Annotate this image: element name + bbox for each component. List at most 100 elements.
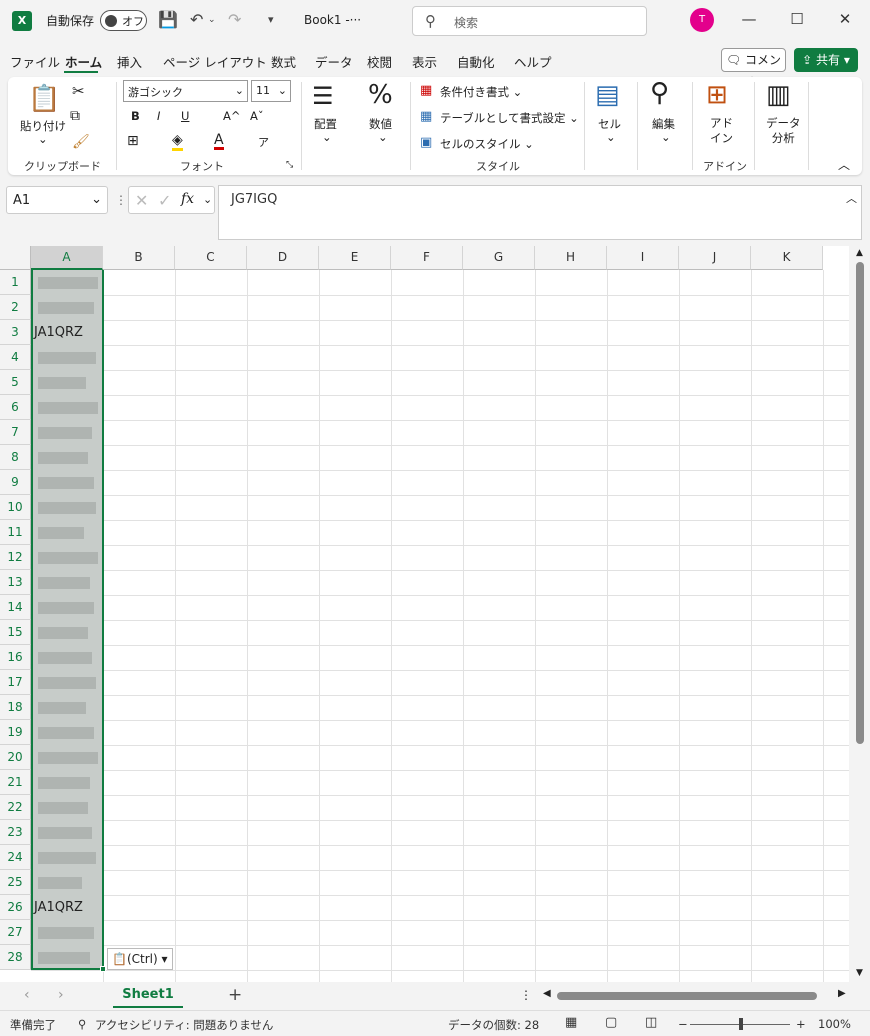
grow-font-button[interactable]: A^ bbox=[223, 109, 241, 123]
scroll-up-icon[interactable]: ▲ bbox=[856, 248, 863, 258]
row-header-13[interactable]: 13 bbox=[0, 570, 31, 595]
tab-review[interactable]: 校閲 bbox=[367, 52, 392, 71]
row-header-15[interactable]: 15 bbox=[0, 620, 31, 645]
fill-handle[interactable] bbox=[100, 966, 106, 972]
column-header-j[interactable]: J bbox=[679, 246, 751, 270]
borders-icon[interactable]: ⊞ bbox=[127, 133, 139, 149]
font-name-select[interactable]: 游ゴシック ⌄ bbox=[123, 80, 248, 102]
row-header-16[interactable]: 16 bbox=[0, 645, 31, 670]
insert-function-button[interactable]: fx bbox=[181, 191, 194, 207]
share-button[interactable]: ⇪ 共有 ▾ bbox=[794, 48, 858, 72]
row-header-24[interactable]: 24 bbox=[0, 845, 31, 870]
cells-dropdown-icon[interactable]: ⌄ bbox=[606, 130, 616, 144]
undo-icon[interactable]: ↶ bbox=[190, 10, 203, 29]
column-header-c[interactable]: C bbox=[175, 246, 247, 270]
column-header-g[interactable]: G bbox=[463, 246, 535, 270]
tab-view[interactable]: 表示 bbox=[412, 52, 437, 71]
conditional-format-button[interactable]: 条件付き書式 ⌄ bbox=[440, 84, 522, 100]
row-header-1[interactable]: 1 bbox=[0, 270, 31, 295]
fx-dropdown-icon[interactable]: ⌄ bbox=[203, 193, 212, 206]
tab-automate[interactable]: 自動化 bbox=[457, 52, 495, 71]
scroll-right-icon[interactable]: ▶ bbox=[838, 988, 846, 999]
row-header-2[interactable]: 2 bbox=[0, 295, 31, 320]
underline-button[interactable]: U bbox=[181, 109, 189, 123]
format-painter-icon[interactable]: 🖌 bbox=[72, 134, 90, 150]
row-header-11[interactable]: 11 bbox=[0, 520, 31, 545]
tab-data[interactable]: データ bbox=[315, 52, 353, 71]
cell-a3[interactable]: JA1QRZ bbox=[34, 325, 83, 340]
vertical-scroll-thumb[interactable] bbox=[856, 262, 864, 744]
row-header-25[interactable]: 25 bbox=[0, 870, 31, 895]
paste-icon[interactable]: 📋 bbox=[28, 84, 60, 114]
normal-view-icon[interactable]: ▦ bbox=[565, 1015, 577, 1030]
tab-help[interactable]: ヘルプ bbox=[514, 52, 552, 71]
column-header-e[interactable]: E bbox=[319, 246, 391, 270]
save-icon[interactable]: 💾 bbox=[158, 10, 178, 29]
accessibility-status[interactable]: アクセシビリティ: 問題ありません bbox=[95, 1017, 273, 1033]
tab-file[interactable]: ファイル bbox=[10, 52, 60, 71]
row-header-22[interactable]: 22 bbox=[0, 795, 31, 820]
font-color-button[interactable]: A bbox=[214, 133, 224, 150]
row-header-14[interactable]: 14 bbox=[0, 595, 31, 620]
column-header-b[interactable]: B bbox=[103, 246, 175, 270]
sheet-options-icon[interactable]: ⋮ bbox=[520, 988, 532, 1002]
tab-formulas[interactable]: 数式 bbox=[271, 52, 296, 71]
scroll-left-icon[interactable]: ◀ bbox=[543, 988, 551, 999]
row-header-3[interactable]: 3 bbox=[0, 320, 31, 345]
paste-options-button[interactable]: 📋(Ctrl) ▾ bbox=[107, 948, 173, 970]
number-dropdown-icon[interactable]: ⌄ bbox=[378, 130, 388, 144]
selected-column-a[interactable] bbox=[31, 270, 104, 970]
align-dropdown-icon[interactable]: ⌄ bbox=[322, 130, 332, 144]
italic-button[interactable]: I bbox=[157, 109, 160, 123]
expand-formula-icon[interactable]: ︿ bbox=[846, 190, 857, 206]
find-icon[interactable]: ⚲ bbox=[650, 78, 669, 108]
data-analysis-button[interactable]: データ 分析 bbox=[766, 116, 801, 146]
row-header-27[interactable]: 27 bbox=[0, 920, 31, 945]
sheet-tab-sheet1[interactable]: Sheet1 bbox=[113, 984, 183, 1008]
formula-bar[interactable]: JG7IGQ ︿ bbox=[218, 185, 862, 240]
customize-qat-icon[interactable]: ▾ bbox=[268, 13, 274, 26]
row-header-23[interactable]: 23 bbox=[0, 820, 31, 845]
select-all-corner[interactable] bbox=[0, 246, 31, 270]
shrink-font-button[interactable]: Aˇ bbox=[250, 109, 264, 123]
align-icon[interactable]: ☰ bbox=[312, 82, 334, 110]
data-analysis-icon[interactable]: ▥ bbox=[766, 80, 791, 110]
worksheet-grid[interactable]: ABCDEFGHIJK 1 2 3 4 5 6 7 8 9 10 11 12 13 14 15 16 17 18 1… bbox=[0, 246, 849, 982]
addins-button[interactable]: アド イン bbox=[710, 116, 733, 146]
close-icon[interactable]: ✕ bbox=[835, 10, 855, 28]
column-header-i[interactable]: I bbox=[607, 246, 679, 270]
zoom-slider-thumb[interactable] bbox=[739, 1018, 743, 1030]
row-header-17[interactable]: 17 bbox=[0, 670, 31, 695]
cell-styles-button[interactable]: セルのスタイル ⌄ bbox=[440, 136, 534, 152]
column-header-d[interactable]: D bbox=[247, 246, 319, 270]
format-as-table-button[interactable]: テーブルとして書式設定 ⌄ bbox=[440, 110, 579, 126]
column-header-h[interactable]: H bbox=[535, 246, 607, 270]
paste-dropdown-icon[interactable]: ⌄ bbox=[38, 132, 48, 146]
row-header-10[interactable]: 10 bbox=[0, 495, 31, 520]
cancel-icon[interactable]: ✕ bbox=[135, 191, 148, 210]
prev-sheet-icon[interactable]: ‹ bbox=[24, 987, 30, 1003]
add-sheet-icon[interactable]: + bbox=[228, 985, 242, 1005]
autosave-toggle[interactable]: オフ bbox=[100, 10, 147, 31]
next-sheet-icon[interactable]: › bbox=[58, 987, 64, 1003]
font-dialog-launcher-icon[interactable]: ⤡ bbox=[286, 160, 293, 170]
avatar[interactable]: T bbox=[690, 8, 714, 32]
maximize-icon[interactable]: ☐ bbox=[787, 10, 807, 28]
percent-icon[interactable]: % bbox=[368, 80, 393, 110]
enter-icon[interactable]: ✓ bbox=[158, 191, 171, 210]
column-header-k[interactable]: K bbox=[751, 246, 823, 270]
row-header-28[interactable]: 28 bbox=[0, 945, 31, 970]
column-header-a[interactable]: A bbox=[31, 246, 103, 270]
tab-home[interactable]: ホーム bbox=[65, 52, 102, 71]
redo-icon[interactable]: ↷ bbox=[228, 10, 241, 29]
scroll-down-icon[interactable]: ▼ bbox=[856, 968, 863, 978]
row-header-4[interactable]: 4 bbox=[0, 345, 31, 370]
zoom-level[interactable]: 100% bbox=[818, 1017, 851, 1031]
row-header-21[interactable]: 21 bbox=[0, 770, 31, 795]
name-box[interactable]: A1 ⌄ bbox=[6, 186, 108, 214]
column-header-f[interactable]: F bbox=[391, 246, 463, 270]
page-break-view-icon[interactable]: ◫ bbox=[645, 1015, 657, 1030]
collapse-ribbon-icon[interactable]: ︿ bbox=[838, 156, 850, 173]
bold-button[interactable]: B bbox=[131, 109, 140, 123]
more-icon[interactable]: ⋮ bbox=[115, 193, 127, 207]
